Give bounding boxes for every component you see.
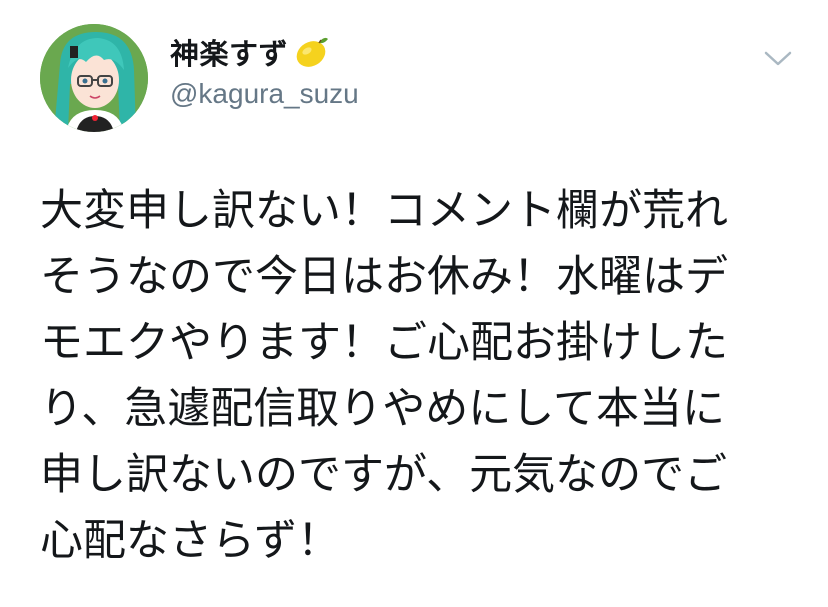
tweet-text-line: 申し訳ないのですが、元気なのでご bbox=[40, 450, 728, 500]
tweet-card: 神楽すず @kagura_suzu 大変申し訳ない！コメント欄が荒れ そうなので… bbox=[0, 0, 828, 607]
lemon-icon bbox=[296, 37, 329, 67]
display-name[interactable]: 神楽すず bbox=[170, 31, 288, 73]
avatar[interactable] bbox=[40, 24, 148, 132]
tweet-text-line: モエクやります！ご心配お掛けした bbox=[40, 318, 728, 368]
tweet-text-line: そうなので今日はお休み！水曜はデ bbox=[40, 252, 728, 302]
name-row: 神楽すず bbox=[170, 32, 330, 72]
tweet-text-line: 心配なさらず！ bbox=[40, 516, 341, 566]
chevron-down-icon[interactable] bbox=[760, 44, 796, 72]
user-handle[interactable]: @kagura_suzu bbox=[170, 78, 359, 110]
avatar-image bbox=[40, 24, 148, 132]
tweet-text-line: 大変申し訳ない！コメント欄が荒れ bbox=[40, 186, 728, 236]
tweet-text: 大変申し訳ない！コメント欄が荒れ そうなので今日はお休み！水曜はデ モエクやりま… bbox=[40, 178, 810, 574]
tweet-text-line: り、急遽配信取りやめにして本当に bbox=[40, 384, 725, 434]
